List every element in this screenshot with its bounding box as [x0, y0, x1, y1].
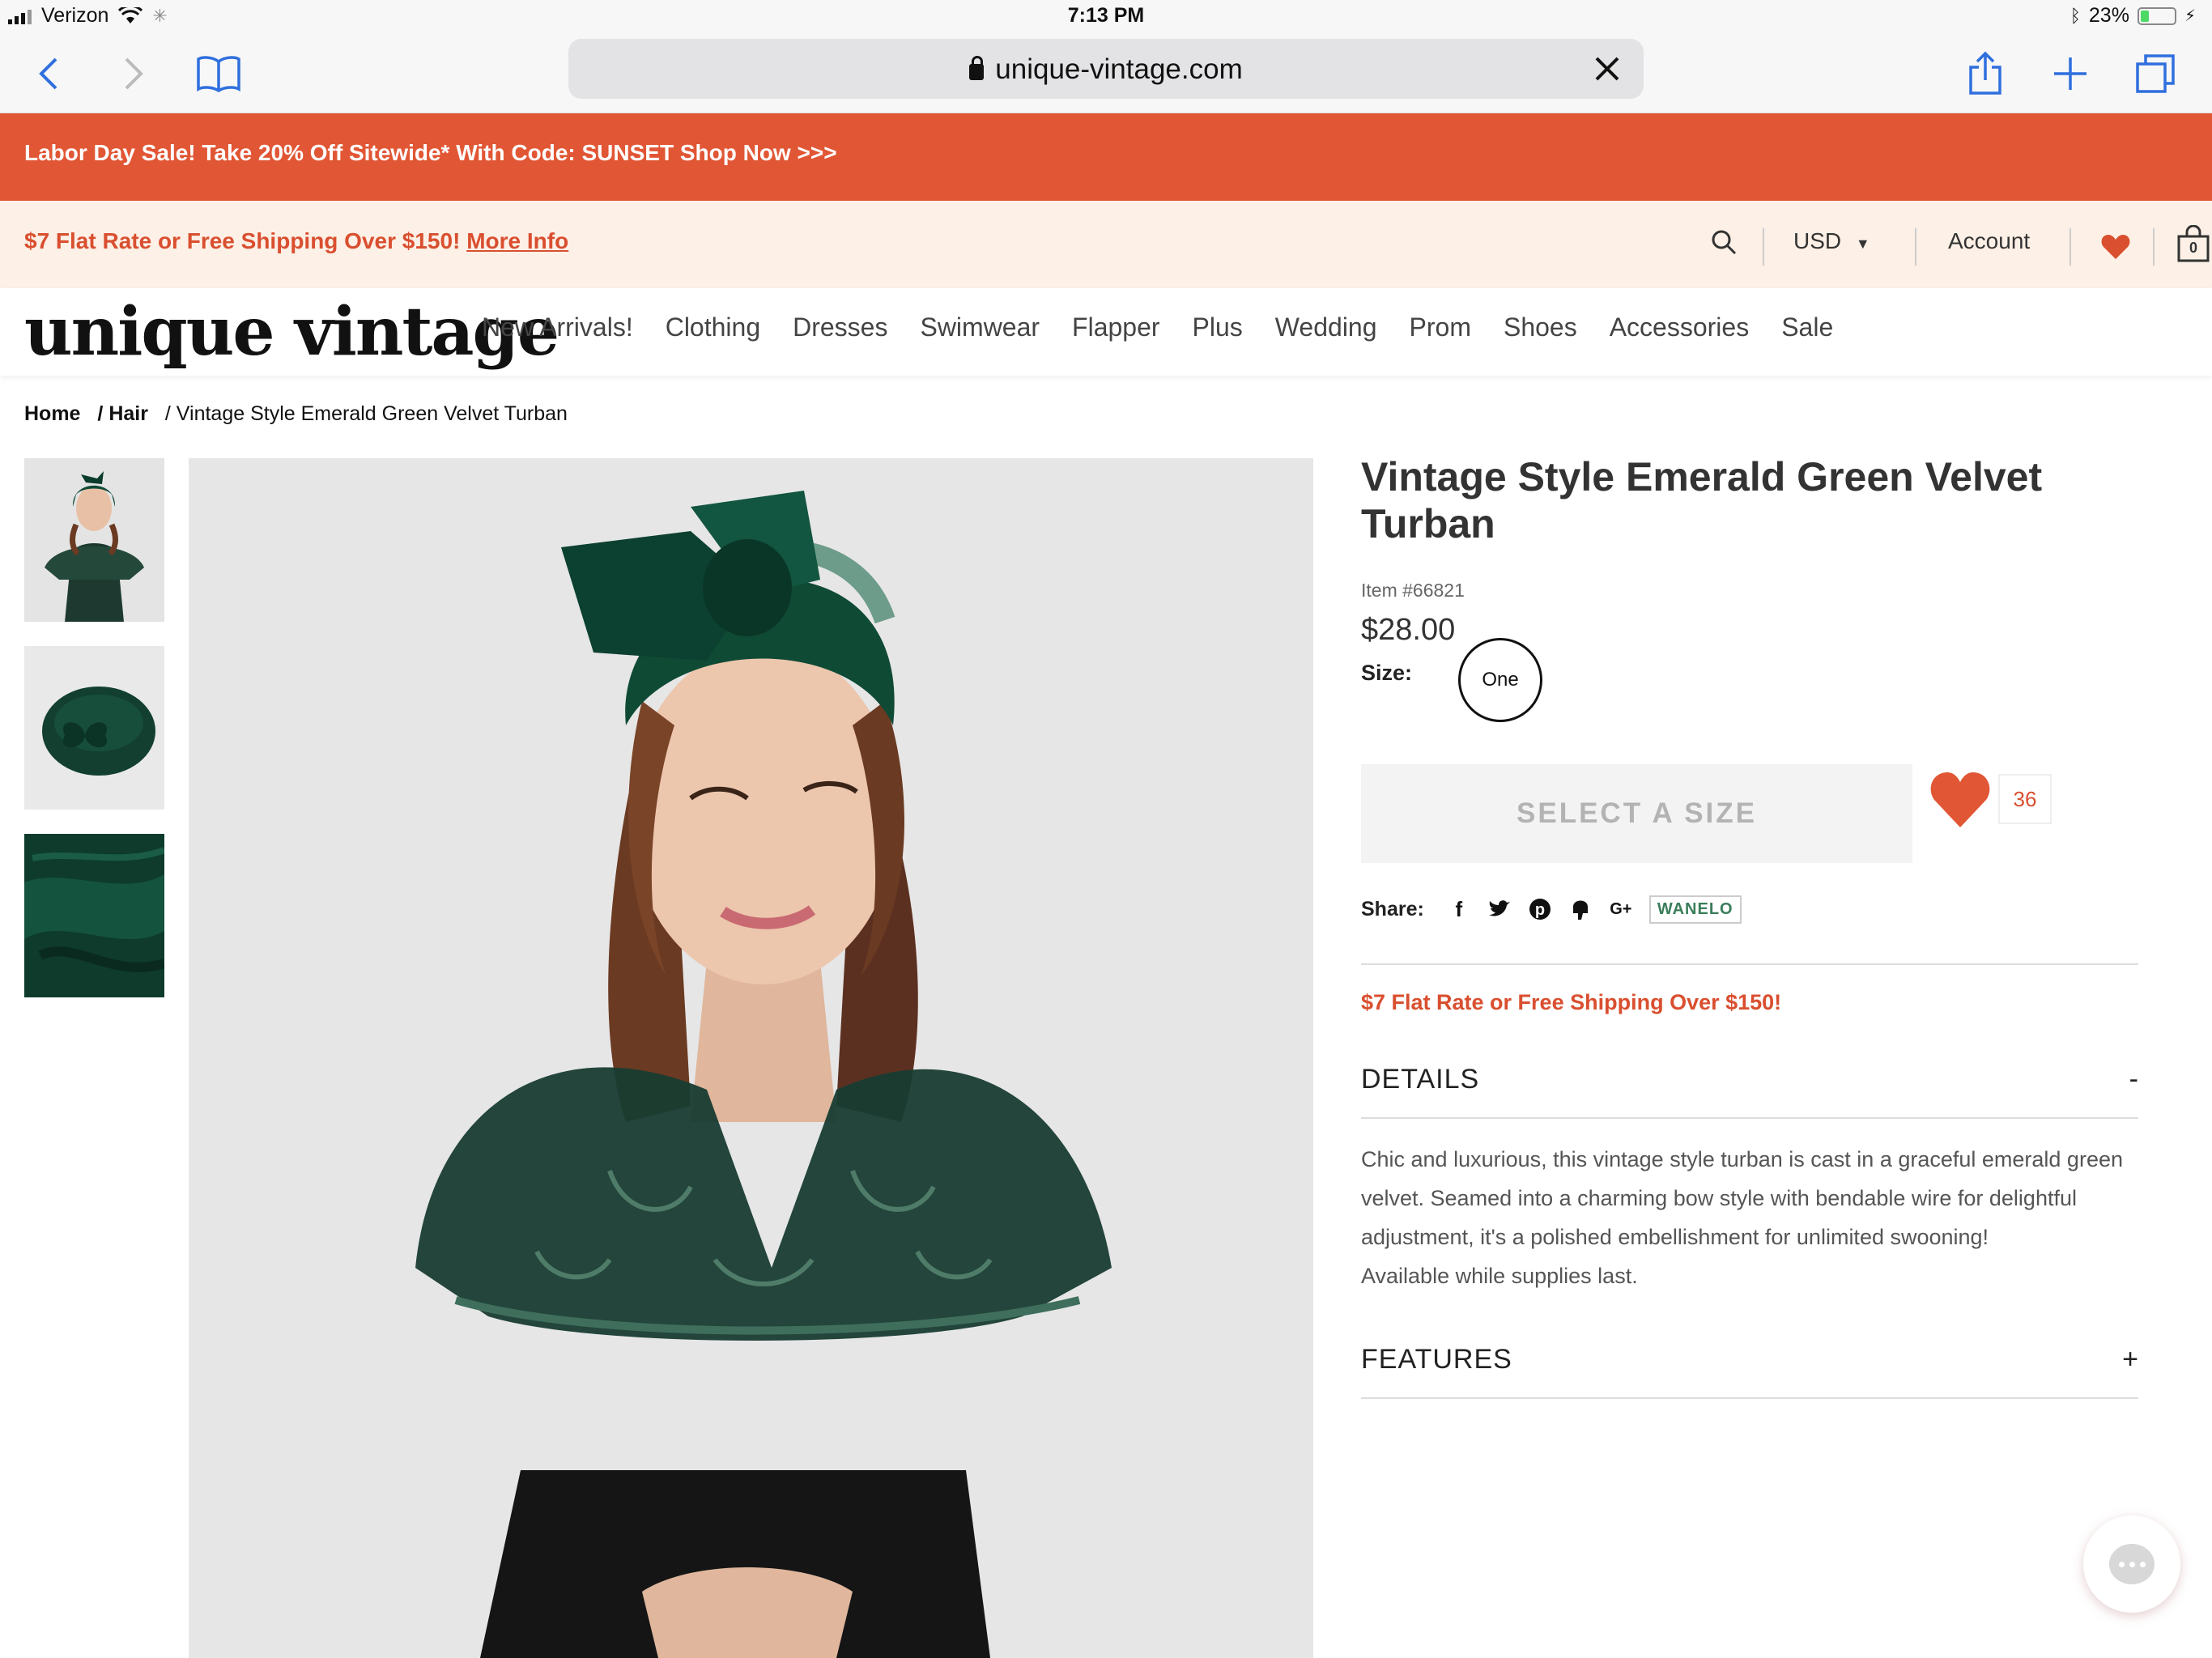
- site-logo[interactable]: unique vintage: [24, 293, 559, 371]
- expand-icon[interactable]: +: [2122, 1344, 2138, 1375]
- nav-item-shoes[interactable]: Shoes: [1504, 312, 1577, 342]
- features-title: FEATURES: [1361, 1344, 1512, 1375]
- svg-text:p: p: [1535, 901, 1545, 919]
- product-info: Vintage Style Emerald Green Velvet Turba…: [1361, 453, 2138, 1399]
- nav-links: New Arrivals! Clothing Dresses Swimwear …: [482, 312, 1833, 342]
- main-nav: unique vintage New Arrivals! Clothing Dr…: [0, 288, 2212, 376]
- main-product-image[interactable]: [189, 458, 1313, 1658]
- shipping-message: $7 Flat Rate or Free Shipping Over $150!…: [24, 228, 569, 253]
- breadcrumb: Home / Hair / Vintage Style Emerald Gree…: [24, 402, 579, 426]
- nav-item-plus[interactable]: Plus: [1193, 312, 1243, 342]
- details-accordion-header[interactable]: DETAILS -: [1361, 1064, 2138, 1104]
- details-title: DETAILS: [1361, 1064, 1480, 1095]
- nav-item-new-arrivals[interactable]: New Arrivals!: [482, 312, 633, 342]
- shipping-bar: $7 Flat Rate or Free Shipping Over $150!…: [0, 201, 2212, 288]
- thumbnail-model[interactable]: [24, 458, 164, 622]
- address-bar[interactable]: unique-vintage.com: [568, 39, 1644, 99]
- breadcrumb-current: / Vintage Style Emerald Green Velvet Tur…: [164, 402, 568, 425]
- divider: [1361, 1117, 2138, 1119]
- promo-text[interactable]: Labor Day Sale! Take 20% Off Sitewide* W…: [24, 140, 837, 165]
- size-label: Size:: [1361, 661, 1413, 685]
- account-link[interactable]: Account: [1948, 228, 2030, 254]
- nav-item-dresses[interactable]: Dresses: [793, 312, 887, 342]
- facebook-icon[interactable]: f: [1447, 897, 1471, 921]
- divider: [2153, 228, 2155, 266]
- forward-icon[interactable]: [105, 45, 162, 102]
- share-icon[interactable]: [1957, 45, 2014, 102]
- collapse-icon[interactable]: -: [2129, 1064, 2138, 1095]
- share-row: Share: f p G+ WANELO: [1361, 889, 1742, 929]
- new-tab-icon[interactable]: [2042, 45, 2099, 102]
- pinterest-icon[interactable]: p: [1528, 897, 1552, 921]
- size-selector: Size: One: [1361, 638, 2138, 722]
- breadcrumb-hair[interactable]: / Hair: [97, 402, 148, 425]
- breadcrumb-home[interactable]: Home: [24, 402, 80, 425]
- product-title: Vintage Style Emerald Green Velvet Turba…: [1361, 454, 2043, 546]
- bluetooth-icon: ᛒ: [2069, 5, 2081, 26]
- divider: [1361, 963, 2138, 965]
- shipping-note: $7 Flat Rate or Free Shipping Over $150!: [1361, 990, 1782, 1014]
- chevron-down-icon: ▼: [1855, 236, 1870, 252]
- tabs-icon[interactable]: [2127, 45, 2184, 102]
- features-accordion-header[interactable]: FEATURES +: [1361, 1344, 2138, 1384]
- divider: [1915, 228, 1916, 266]
- share-label: Share:: [1361, 897, 1424, 920]
- back-icon[interactable]: [20, 45, 77, 102]
- divider: [1361, 1397, 2138, 1399]
- search-icon[interactable]: [1710, 228, 1738, 256]
- divider: [1763, 228, 1764, 266]
- google-plus-icon[interactable]: G+: [1609, 897, 1633, 921]
- currency-select[interactable]: USD ▼: [1793, 228, 1870, 254]
- nav-item-clothing[interactable]: Clothing: [666, 312, 760, 342]
- nav-item-sale[interactable]: Sale: [1781, 312, 1833, 342]
- favorite-heart-icon[interactable]: [1928, 767, 1993, 832]
- nav-item-wedding[interactable]: Wedding: [1275, 312, 1377, 342]
- battery-percent: 23%: [2088, 4, 2129, 27]
- charging-icon: ⚡: [2184, 7, 2196, 25]
- promo-banner[interactable]: Labor Day Sale! Take 20% Off Sitewide* W…: [0, 113, 2212, 201]
- battery-icon: [2137, 6, 2176, 25]
- url-text[interactable]: unique-vintage.com: [568, 53, 1644, 86]
- thumbnail-velvet-detail[interactable]: [24, 834, 164, 997]
- details-description: Chic and luxurious, this vintage style t…: [1361, 1147, 2123, 1288]
- size-option-one[interactable]: One: [1458, 638, 1542, 722]
- tumblr-icon[interactable]: [1568, 897, 1593, 921]
- more-info-link[interactable]: More Info: [466, 228, 568, 253]
- clear-url-icon[interactable]: [1589, 50, 1626, 87]
- nav-item-flapper[interactable]: Flapper: [1072, 312, 1160, 342]
- wanelo-button[interactable]: WANELO: [1648, 895, 1742, 924]
- clock: 7:13 PM: [1067, 4, 1145, 27]
- select-size-button[interactable]: SELECT A SIZE: [1361, 764, 1912, 863]
- lock-icon: [969, 56, 985, 80]
- status-bar: Verizon ✳ 7:13 PM ᛒ 23% ⚡: [0, 0, 2212, 34]
- wishlist-heart-icon[interactable]: [2100, 233, 2131, 261]
- item-number: Item #66821: [1361, 580, 1465, 601]
- chat-button[interactable]: [2083, 1516, 2180, 1613]
- nav-item-prom[interactable]: Prom: [1410, 312, 1471, 342]
- chat-bubble-icon: [2109, 1544, 2155, 1584]
- cart-icon[interactable]: 0: [2176, 224, 2211, 262]
- thumbnail-turban-bow[interactable]: [24, 646, 164, 810]
- favorites-count: 36: [1998, 774, 2052, 824]
- nav-item-swimwear[interactable]: Swimwear: [920, 312, 1040, 342]
- cart-count: 0: [2189, 240, 2197, 256]
- nav-item-accessories[interactable]: Accessories: [1610, 312, 1750, 342]
- divider: [2069, 228, 2071, 266]
- bookmarks-icon[interactable]: [190, 45, 247, 102]
- twitter-icon[interactable]: [1487, 897, 1512, 921]
- browser-toolbar: unique-vintage.com: [0, 34, 2212, 113]
